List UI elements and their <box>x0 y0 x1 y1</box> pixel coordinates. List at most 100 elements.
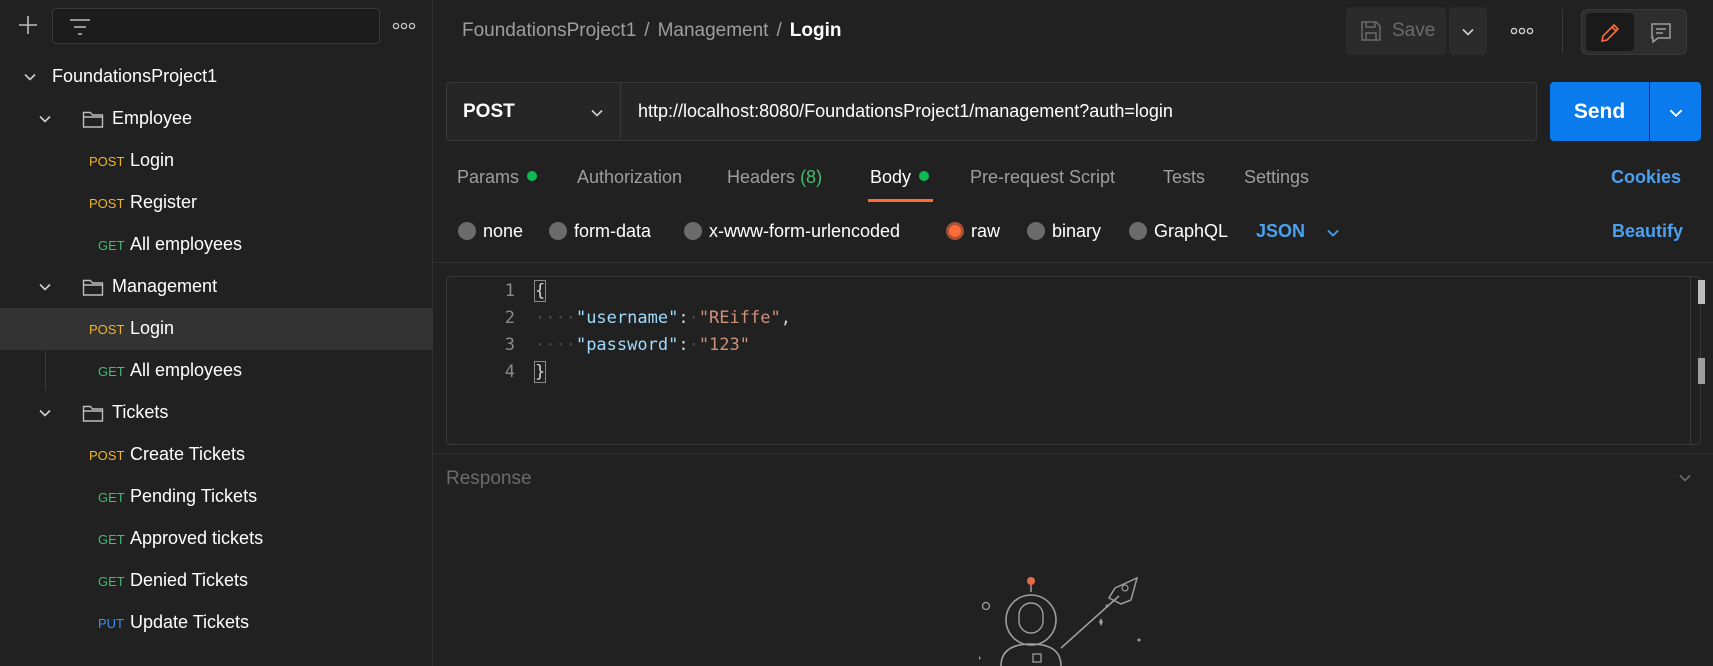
request-item[interactable]: GET Pending Tickets <box>0 476 433 518</box>
radio-x-www-form-urlencoded[interactable] <box>684 222 702 240</box>
tab-params[interactable]: Params <box>457 167 538 188</box>
save-button[interactable]: Save <box>1346 7 1446 55</box>
indent-whitespace: ···· <box>535 335 576 355</box>
breadcrumb-folder[interactable]: Management <box>658 20 769 41</box>
response-title[interactable]: Response <box>446 468 532 490</box>
request-label: Pending Tickets <box>130 486 258 506</box>
editor-scrollbar-track <box>1690 277 1691 444</box>
tab-settings[interactable]: Settings <box>1244 167 1309 188</box>
request-item[interactable]: PUT Update Tickets <box>0 602 433 644</box>
request-item[interactable]: GET All employees <box>0 350 433 392</box>
tab-headers[interactable]: Headers (8) <box>727 167 822 188</box>
url-bar: POST http://localhost:8080/FoundationsPr… <box>446 82 1537 141</box>
body-editor[interactable]: 1 { 2 ····"username":·"REiffe", 3 ····"p… <box>446 276 1705 445</box>
astronaut-illustration <box>979 576 1141 666</box>
chevron-down-icon[interactable] <box>22 69 38 85</box>
request-item-selected[interactable]: POST Login <box>0 308 433 350</box>
send-button[interactable]: Send <box>1550 82 1649 141</box>
chevron-down-icon[interactable] <box>37 405 53 421</box>
tab-pre-request-script[interactable]: Pre-request Script <box>970 167 1115 188</box>
method-badge: GET <box>98 574 125 589</box>
plus-icon[interactable] <box>16 13 40 37</box>
filter-icon[interactable] <box>68 17 92 37</box>
save-icon <box>1361 21 1381 41</box>
breadcrumb-separator: / <box>644 20 650 41</box>
pencil-icon <box>1600 23 1620 43</box>
radio-raw[interactable] <box>946 222 964 240</box>
code-line: } <box>533 361 547 383</box>
request-item[interactable]: GET Denied Tickets <box>0 560 433 602</box>
json-value: "123" <box>698 335 750 355</box>
breadcrumb-request[interactable]: Login <box>790 20 842 41</box>
filter-input[interactable] <box>52 8 380 44</box>
method-badge: POST <box>89 154 125 169</box>
body-format-select[interactable]: JSON <box>1256 221 1305 242</box>
folder-label: Employee <box>112 108 193 128</box>
radio-none[interactable] <box>458 222 476 240</box>
tab-label: Body <box>870 167 912 187</box>
request-item[interactable]: POST Create Tickets <box>0 434 433 476</box>
url-input[interactable]: http://localhost:8080/FoundationsProject… <box>638 101 1173 122</box>
breadcrumb: FoundationsProject1 / Management / Login <box>462 20 841 42</box>
request-item[interactable]: GET Approved tickets <box>0 518 433 560</box>
chevron-down-icon[interactable] <box>37 279 53 295</box>
whitespace-marker: · <box>688 335 699 355</box>
radio-label[interactable]: x-www-form-urlencoded <box>709 221 900 242</box>
save-options-button[interactable] <box>1449 7 1487 55</box>
folder-label: Tickets <box>112 402 169 422</box>
line-number: 4 <box>504 362 515 382</box>
chevron-down-icon[interactable] <box>1325 225 1341 241</box>
tab-label: Settings <box>1244 167 1310 187</box>
radio-label[interactable]: binary <box>1052 221 1101 242</box>
collection-foundationsproject1[interactable]: FoundationsProject1 <box>0 56 433 98</box>
indent-whitespace: ···· <box>535 308 576 328</box>
comments-mode-button[interactable] <box>1638 13 1684 51</box>
active-tab-indicator <box>868 199 933 202</box>
radio-graphql[interactable] <box>1129 222 1147 240</box>
beautify-link[interactable]: Beautify <box>1612 221 1683 242</box>
radio-form-data[interactable] <box>549 222 567 240</box>
request-label: Create Tickets <box>130 444 246 464</box>
chevron-down-icon[interactable] <box>37 111 53 127</box>
radio-label[interactable]: GraphQL <box>1154 221 1228 242</box>
line-number: 3 <box>504 335 515 355</box>
method-select[interactable]: POST <box>447 83 621 140</box>
radio-label[interactable]: form-data <box>574 221 651 242</box>
radio-label[interactable]: none <box>483 221 523 242</box>
method-badge: GET <box>98 364 125 379</box>
more-options-icon[interactable] <box>392 16 416 36</box>
line-number: 1 <box>504 281 515 301</box>
whitespace-marker: · <box>688 308 699 328</box>
request-label: All employees <box>130 234 243 254</box>
folder-tickets[interactable]: Tickets <box>0 392 433 434</box>
editor-scrollbar-thumb[interactable] <box>1698 280 1705 304</box>
request-label: Update Tickets <box>130 612 250 632</box>
folder-management[interactable]: Management <box>0 266 433 308</box>
code-line: ····"username":·"REiffe", <box>535 308 791 328</box>
folder-employee[interactable]: Employee <box>0 98 433 140</box>
tab-label: Pre-request Script <box>970 167 1116 187</box>
chevron-down-icon[interactable] <box>1677 470 1693 486</box>
request-label: Approved tickets <box>130 528 264 548</box>
json-key: "password" <box>575 335 679 355</box>
breadcrumb-collection[interactable]: FoundationsProject1 <box>462 20 636 41</box>
sidebar-toolbar <box>0 0 433 52</box>
tab-body[interactable]: Body <box>870 167 930 188</box>
cookies-link[interactable]: Cookies <box>1611 167 1681 188</box>
request-label: Login <box>130 150 175 170</box>
more-actions-icon[interactable] <box>1509 20 1535 42</box>
status-dot <box>919 171 930 181</box>
tab-tests[interactable]: Tests <box>1163 167 1205 188</box>
tab-label: Headers <box>727 167 796 187</box>
tab-authorization[interactable]: Authorization <box>577 167 682 188</box>
method-badge: GET <box>98 490 125 505</box>
code-brace: } <box>533 361 547 383</box>
request-item[interactable]: POST Register <box>0 182 433 224</box>
request-item[interactable]: GET All employees <box>0 224 433 266</box>
radio-label[interactable]: raw <box>971 221 1000 242</box>
send-options-button[interactable] <box>1650 82 1701 141</box>
request-item[interactable]: POST Login <box>0 140 433 182</box>
edit-mode-button[interactable] <box>1586 13 1634 51</box>
radio-binary[interactable] <box>1027 222 1045 240</box>
editor-scrollbar-marker <box>1698 358 1705 384</box>
